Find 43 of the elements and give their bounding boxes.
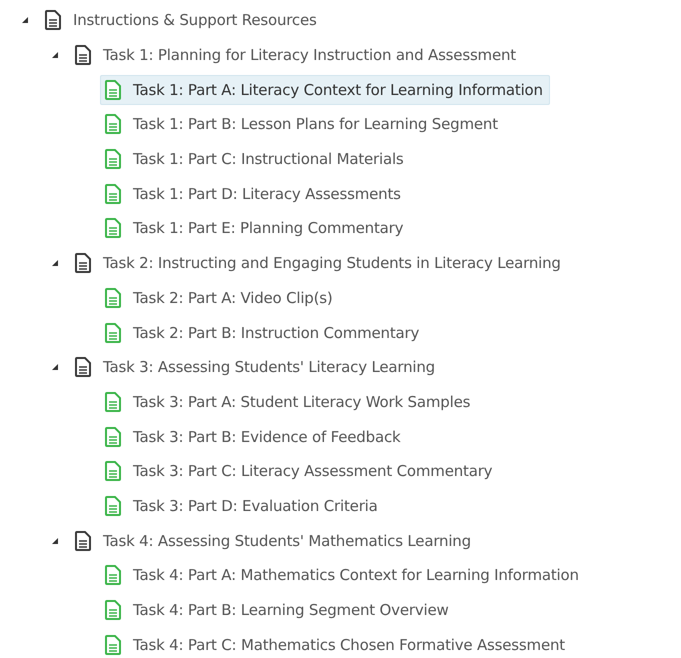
expand-arrow-icon[interactable] — [51, 51, 59, 60]
tree-item[interactable]: Task 3: Part B: Evidence of Feedback — [100, 422, 408, 452]
document-icon — [105, 634, 121, 655]
document-icon — [105, 322, 121, 343]
expand-arrow-icon[interactable] — [51, 536, 59, 545]
expand-arrow-icon[interactable] — [51, 363, 59, 372]
document-icon — [105, 461, 121, 482]
expand-arrow-icon[interactable] — [21, 16, 29, 24]
expand-arrow-icon[interactable] — [51, 259, 59, 268]
document-icon — [105, 496, 121, 516]
tree-item[interactable]: Task 4: Assessing Students' Mathematics Learning — [70, 526, 478, 556]
tree-item[interactable]: Instructions & Support Resources — [40, 5, 324, 36]
tree-item[interactable]: Task 1: Part D: Literacy Assessments — [100, 178, 408, 209]
tree-item[interactable]: Task 1: Part E: Planning Commentary — [100, 213, 410, 244]
document-icon — [105, 426, 121, 447]
document-icon — [105, 565, 121, 586]
document-icon — [75, 357, 91, 378]
tree-item[interactable]: Task 4: Part C: Mathematics Chosen Formative Assessment — [100, 630, 572, 658]
document-icon — [75, 45, 91, 66]
tree-item[interactable]: Task 2: Part A: Video Clip(s) — [100, 282, 340, 313]
document-icon — [105, 392, 121, 412]
document-icon — [105, 288, 121, 308]
tree-item[interactable]: Task 3: Part C: Literacy Assessment Commentary — [100, 456, 500, 486]
document-icon — [75, 530, 91, 551]
tree-item[interactable]: Task 3: Part A: Student Literacy Work Samples — [100, 386, 478, 417]
document-icon — [105, 218, 121, 238]
tree-item[interactable]: Task 1: Part C: Instructional Materials — [100, 144, 411, 174]
tree-item[interactable]: Task 2: Instructing and Engaging Students in Literacy Learning — [70, 248, 568, 278]
document-icon — [105, 80, 121, 100]
tree-item[interactable]: Task 1: Part B: Lesson Plans for Learning Segment — [100, 109, 505, 140]
document-icon — [75, 253, 91, 274]
document-icon — [105, 114, 121, 134]
document-icon — [105, 600, 121, 620]
document-icon — [105, 149, 121, 170]
tree-item[interactable]: Task 3: Assessing Students' Literacy Learning — [70, 352, 442, 382]
tree-item[interactable]: Task 3: Part D: Evaluation Criteria — [100, 490, 385, 521]
tree-item[interactable]: Task 2: Part B: Instruction Commentary — [100, 318, 426, 348]
tree-item[interactable]: Task 1: Planning for Literacy Instruction and Assessment — [70, 40, 523, 70]
tree-item[interactable]: Task 4: Part B: Learning Segment Overview — [100, 595, 456, 626]
tree-item[interactable]: Task 4: Part A: Mathematics Context for Learning Information — [100, 560, 586, 590]
tree-item[interactable]: Task 1: Part A: Literacy Context for Learning Information — [100, 74, 550, 105]
document-icon — [105, 184, 121, 204]
document-icon — [45, 10, 61, 30]
